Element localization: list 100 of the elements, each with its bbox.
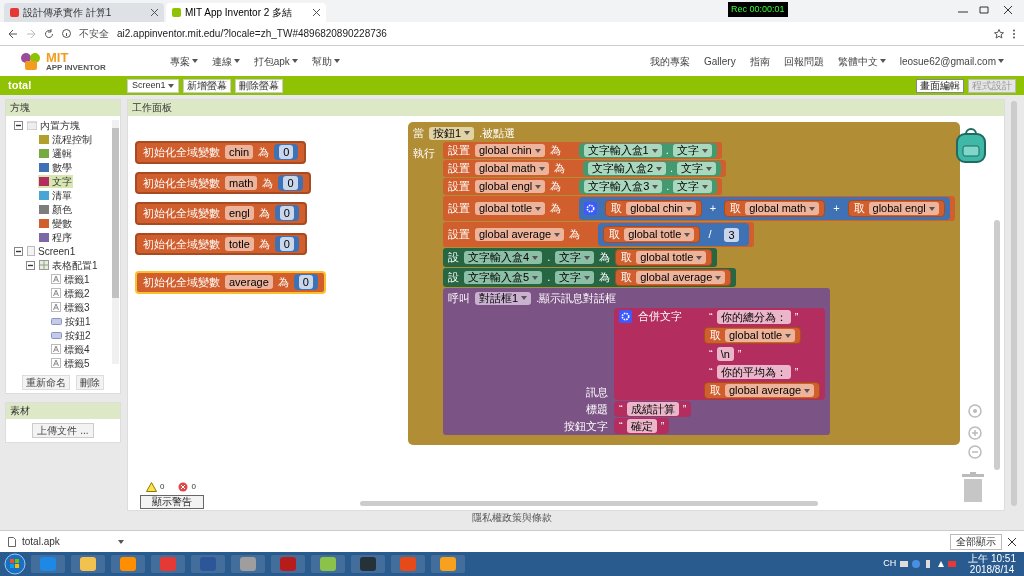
header-link[interactable]: Gallery [704,53,736,69]
close-icon[interactable] [1008,537,1016,546]
number-field[interactable]: 0 [279,145,294,160]
number-field[interactable]: 0 [279,236,294,251]
name-field[interactable]: engl [225,206,254,221]
start-button-icon[interactable] [4,553,26,575]
collapse-icon[interactable] [26,260,35,270]
tree-item[interactable]: 標籤4 [50,342,91,356]
menu-item[interactable]: 專案 [169,53,198,69]
variable-dropdown[interactable]: 對話框1 [475,291,532,305]
variable-dropdown[interactable]: 文字 [673,180,713,193]
variable-dropdown[interactable]: 文字輸入盒1 [583,144,662,157]
show-all-button[interactable]: 全部顯示 [950,533,1002,550]
tree-item[interactable]: 程序 [38,230,73,244]
header-link[interactable]: 指南 [749,53,770,69]
collapse-icon[interactable] [14,120,23,130]
variable-dropdown[interactable]: 文字 [555,251,595,264]
header-link[interactable]: 我的專案 [650,53,690,69]
text-field[interactable]: 你的平均為： [716,365,791,379]
language-menu[interactable]: 繁體中文 [837,53,886,69]
app-icon[interactable] [110,554,146,574]
tree-item[interactable]: 數學 [38,160,73,174]
screen-dropdown[interactable]: Screen1 [127,78,179,93]
tree-item[interactable]: Screen1 [26,244,77,258]
browser-tab[interactable]: MIT App Inventor 2 多結 [166,3,326,22]
palette-button[interactable]: 重新命名 [22,375,70,390]
variable-dropdown[interactable]: global chin [626,202,696,215]
tree-item[interactable]: 邏輯 [38,146,73,160]
variable-dropdown[interactable]: global average [725,384,815,397]
number-field[interactable]: 0 [283,175,298,190]
text-field[interactable]: 你的總分為： [716,310,791,324]
menu-item[interactable]: 連線 [211,53,240,69]
browser-tab[interactable]: 設計傳承實作 計算1 [4,3,164,22]
variable-dropdown[interactable]: global totle [624,228,695,241]
tree-item[interactable]: 文字 [38,174,73,188]
tree-item[interactable]: 標籤5 [50,356,91,370]
variable-dropdown[interactable]: global average [475,228,565,241]
variable-dropdown[interactable]: 文字 [677,162,717,175]
tree-item[interactable]: 流程控制 [38,132,93,146]
variable-dropdown[interactable]: global totle [725,329,796,342]
download-file[interactable]: total.apk [22,534,112,549]
text-field[interactable]: 確定 [626,419,657,433]
upload-button[interactable]: 上傳文件 ... [32,423,94,438]
variable-dropdown[interactable]: global chin [475,144,545,157]
menu-item[interactable]: 幫助 [311,53,340,69]
tree-item[interactable]: 變數 [38,216,73,230]
settings-icon[interactable] [584,202,598,215]
variable-dropdown[interactable]: 文字輸入盒2 [587,162,666,175]
variable-dropdown[interactable]: 按鈕1 [429,126,475,140]
number-field[interactable]: 0 [279,206,294,221]
tree-item[interactable]: 標籤3 [50,300,91,314]
variable-dropdown[interactable]: global totle [475,202,546,215]
name-field[interactable]: totle [225,236,254,251]
text-field[interactable]: \n [716,347,734,361]
number-field[interactable]: 3 [724,227,739,242]
tree-item[interactable]: 按鈕1 [50,314,92,328]
text-field[interactable]: 成績計算 [626,402,679,416]
menu-item[interactable]: 打包apk [253,53,298,69]
tree-item[interactable]: 標籤1 [50,272,91,286]
close-icon[interactable] [313,9,320,16]
variable-dropdown[interactable]: global engl [868,202,939,215]
tree-item[interactable]: 表格配置1 [38,258,99,272]
app-icon[interactable] [430,554,466,574]
variable-dropdown[interactable]: global engl [475,180,546,193]
tree-item[interactable]: 顏色 [38,202,73,216]
name-field[interactable]: math [225,175,258,190]
variable-dropdown[interactable]: 文字 [672,144,712,157]
app-icon[interactable] [230,554,266,574]
variable-dropdown[interactable]: 文字輸入盒4 [464,251,543,264]
tree-item[interactable]: 清單 [38,188,73,202]
app-icon[interactable] [350,554,386,574]
tree-item[interactable]: 標籤2 [50,286,91,300]
variable-dropdown[interactable]: global math [475,162,549,175]
variable-dropdown[interactable]: 文字輸入盒3 [584,180,663,193]
variable-dropdown[interactable]: global average [636,271,726,284]
reload-icon[interactable] [44,28,54,39]
input-language[interactable]: CH [883,557,897,571]
back-icon[interactable] [8,28,18,39]
app-icon[interactable] [70,554,106,574]
backpack-icon[interactable] [954,128,988,164]
settings-icon[interactable] [619,310,632,323]
tree-item[interactable]: 內置方塊 [26,118,81,132]
menu-icon[interactable] [1012,28,1016,39]
variable-dropdown[interactable]: global math [745,202,820,215]
name-field[interactable]: average [225,275,273,290]
variable-dropdown[interactable]: global totle [636,251,707,264]
tree-item[interactable]: 按鈕2 [50,328,92,342]
star-icon[interactable] [994,28,1004,39]
palette-button[interactable]: 刪除 [76,375,104,390]
close-icon[interactable] [151,9,158,16]
name-field[interactable]: chin [225,145,254,160]
toolbar-button[interactable]: 刪除螢幕 [234,78,283,93]
mode-button[interactable]: 畫面編輯 [916,78,964,93]
variable-dropdown[interactable]: 文字輸入盒5 [464,271,543,284]
toolbar-button[interactable]: 新增螢幕 [182,78,231,93]
show-warnings-button[interactable]: 顯示警告 [140,495,204,509]
footer-link[interactable]: 隱私權政策與條款 [472,512,552,524]
number-field[interactable]: 0 [298,275,313,290]
variable-dropdown[interactable]: 文字 [555,271,595,284]
collapse-icon[interactable] [14,246,23,256]
